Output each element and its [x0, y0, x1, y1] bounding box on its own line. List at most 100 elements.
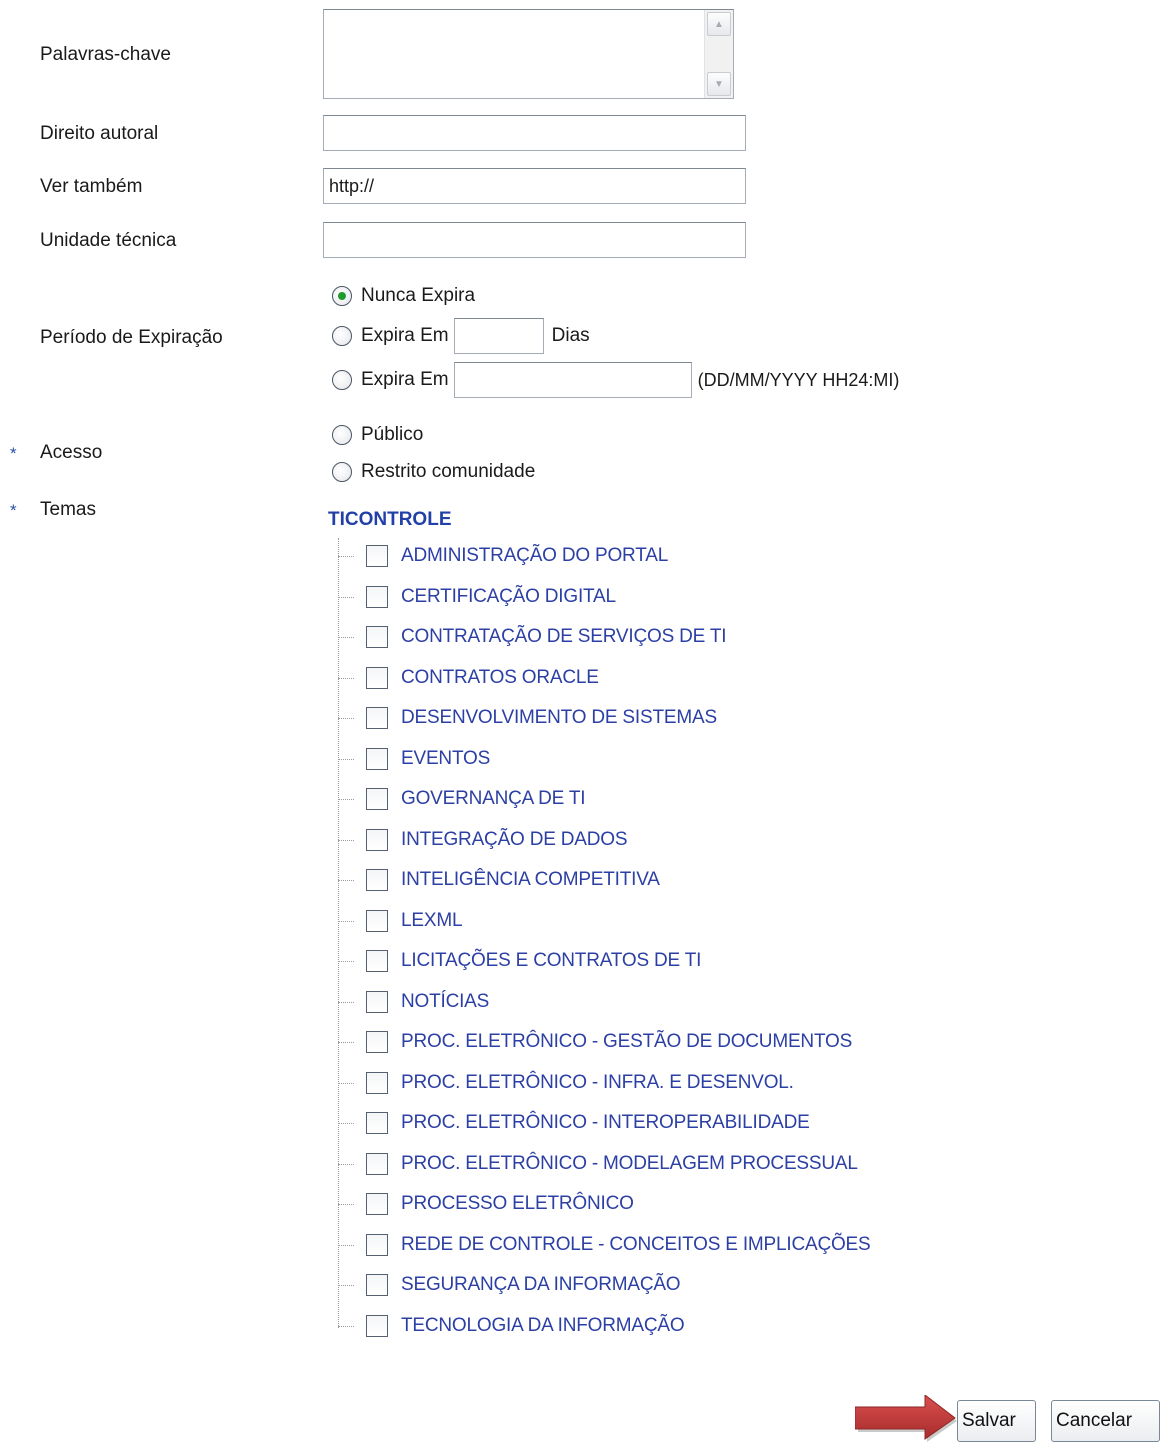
theme-item[interactable]: CONTRATAÇÃO DE SERVIÇOS DE TI	[338, 624, 727, 650]
copyright-input[interactable]	[323, 115, 746, 151]
tree-branch-line	[338, 717, 354, 719]
theme-checkbox[interactable]	[366, 1153, 388, 1175]
theme-checkbox[interactable]	[366, 707, 388, 729]
theme-item-label[interactable]: INTELIGÊNCIA COMPETITIVA	[401, 869, 660, 891]
radio-icon[interactable]	[332, 326, 352, 346]
tree-branch-line	[338, 1325, 354, 1327]
theme-item-label[interactable]: PROC. ELETRÔNICO - GESTÃO DE DOCUMENTOS	[401, 1031, 852, 1053]
expiration-days-option[interactable]: Expira Em Dias	[332, 318, 590, 354]
scroll-down-icon[interactable]: ▼	[707, 72, 731, 96]
theme-checkbox[interactable]	[366, 748, 388, 770]
expiration-never-option[interactable]: Nunca Expira	[332, 284, 475, 308]
access-restricted-option[interactable]: Restrito comunidade	[332, 460, 535, 484]
theme-item-label[interactable]: PROC. ELETRÔNICO - INFRA. E DESENVOL.	[401, 1072, 794, 1094]
theme-item[interactable]: PROCESSO ELETRÔNICO	[338, 1191, 634, 1217]
theme-item[interactable]: PROC. ELETRÔNICO - INFRA. E DESENVOL.	[338, 1070, 794, 1096]
tree-branch-line	[338, 1122, 354, 1124]
theme-checkbox[interactable]	[366, 1274, 388, 1296]
theme-item-label[interactable]: INTEGRAÇÃO DE DADOS	[401, 829, 628, 851]
theme-item[interactable]: EVENTOS	[338, 746, 490, 772]
theme-checkbox[interactable]	[366, 1193, 388, 1215]
theme-item[interactable]: SEGURANÇA DA INFORMAÇÃO	[338, 1272, 681, 1298]
keywords-scrollbar[interactable]: ▲ ▼	[704, 10, 733, 98]
copyright-label: Direito autoral	[40, 123, 159, 144]
theme-item[interactable]: GOVERNANÇA DE TI	[338, 786, 586, 812]
tree-branch-line	[338, 960, 354, 962]
theme-item-label[interactable]: PROCESSO ELETRÔNICO	[401, 1193, 634, 1215]
theme-item-label[interactable]: GOVERNANÇA DE TI	[401, 788, 586, 810]
theme-item-label[interactable]: PROC. ELETRÔNICO - MODELAGEM PROCESSUAL	[401, 1153, 858, 1175]
theme-checkbox[interactable]	[366, 626, 388, 648]
theme-item-label[interactable]: PROC. ELETRÔNICO - INTEROPERABILIDADE	[401, 1112, 810, 1134]
theme-item[interactable]: CERTIFICAÇÃO DIGITAL	[338, 584, 616, 610]
theme-checkbox[interactable]	[366, 910, 388, 932]
theme-item[interactable]: TECNOLOGIA DA INFORMAÇÃO	[338, 1313, 685, 1339]
theme-item[interactable]: LEXML	[338, 908, 463, 934]
theme-item-label[interactable]: ADMINISTRAÇÃO DO PORTAL	[401, 545, 668, 567]
tree-branch-line	[338, 920, 354, 922]
theme-item[interactable]: INTEGRAÇÃO DE DADOS	[338, 827, 628, 853]
access-public-option[interactable]: Público	[332, 423, 423, 447]
theme-checkbox[interactable]	[366, 1112, 388, 1134]
theme-checkbox[interactable]	[366, 991, 388, 1013]
tree-branch-line	[338, 758, 354, 760]
radio-icon[interactable]	[332, 462, 352, 482]
expiration-days-label: Expira Em	[361, 325, 449, 346]
theme-item[interactable]: NOTÍCIAS	[338, 989, 489, 1015]
theme-item[interactable]: CONTRATOS ORACLE	[338, 665, 599, 691]
radio-selected-icon[interactable]	[332, 286, 352, 306]
tree-branch-line	[338, 677, 354, 679]
expiration-date-option[interactable]: Expira Em (DD/MM/YYYY HH24:MI)	[332, 362, 899, 398]
theme-item-label[interactable]: NOTÍCIAS	[401, 991, 489, 1013]
theme-item-label[interactable]: EVENTOS	[401, 748, 490, 770]
theme-checkbox[interactable]	[366, 1031, 388, 1053]
tree-branch-line	[338, 1284, 354, 1286]
theme-checkbox[interactable]	[366, 869, 388, 891]
theme-checkbox[interactable]	[366, 829, 388, 851]
theme-checkbox[interactable]	[366, 950, 388, 972]
theme-item[interactable]: INTELIGÊNCIA COMPETITIVA	[338, 867, 660, 893]
theme-item[interactable]: ADMINISTRAÇÃO DO PORTAL	[338, 543, 668, 569]
theme-item[interactable]: PROC. ELETRÔNICO - MODELAGEM PROCESSUAL	[338, 1151, 858, 1177]
theme-item-label[interactable]: REDE DE CONTROLE - CONCEITOS E IMPLICAÇÕ…	[401, 1234, 871, 1256]
theme-checkbox[interactable]	[366, 1072, 388, 1094]
cancel-button[interactable]: Cancelar	[1051, 1400, 1160, 1442]
theme-item-label[interactable]: CERTIFICAÇÃO DIGITAL	[401, 586, 616, 608]
theme-checkbox[interactable]	[366, 1234, 388, 1256]
keywords-textarea[interactable]	[323, 9, 734, 99]
themes-group-title[interactable]: TICONTROLE	[328, 509, 452, 531]
theme-item-label[interactable]: DESENVOLVIMENTO DE SISTEMAS	[401, 707, 717, 729]
save-button[interactable]: Salvar	[957, 1400, 1036, 1442]
theme-checkbox[interactable]	[366, 586, 388, 608]
theme-checkbox[interactable]	[366, 545, 388, 567]
radio-icon[interactable]	[332, 370, 352, 390]
theme-item-label[interactable]: CONTRATAÇÃO DE SERVIÇOS DE TI	[401, 626, 727, 648]
scroll-up-icon[interactable]: ▲	[707, 12, 731, 36]
required-asterisk-icon: *	[10, 444, 17, 463]
tree-branch-line	[338, 555, 354, 557]
theme-item-label[interactable]: LEXML	[401, 910, 463, 932]
theme-item-label[interactable]: TECNOLOGIA DA INFORMAÇÃO	[401, 1315, 685, 1337]
theme-item[interactable]: PROC. ELETRÔNICO - GESTÃO DE DOCUMENTOS	[338, 1029, 852, 1055]
theme-item[interactable]: REDE DE CONTROLE - CONCEITOS E IMPLICAÇÕ…	[338, 1232, 871, 1258]
access-label: Acesso	[40, 442, 103, 463]
technical-unit-input[interactable]	[323, 222, 746, 258]
access-restricted-label: Restrito comunidade	[361, 461, 536, 482]
theme-item-label[interactable]: LICITAÇÕES E CONTRATOS DE TI	[401, 950, 701, 972]
tree-branch-line	[338, 1244, 354, 1246]
theme-item-label[interactable]: CONTRATOS ORACLE	[401, 667, 599, 689]
expiration-label: Período de Expiração	[40, 327, 223, 348]
theme-checkbox[interactable]	[366, 788, 388, 810]
theme-item[interactable]: DESENVOLVIMENTO DE SISTEMAS	[338, 705, 717, 731]
tree-branch-line	[338, 879, 354, 881]
expiration-date-input[interactable]	[453, 362, 692, 398]
theme-item[interactable]: LICITAÇÕES E CONTRATOS DE TI	[338, 948, 701, 974]
expiration-days-input[interactable]	[453, 318, 544, 354]
radio-icon[interactable]	[332, 425, 352, 445]
theme-checkbox[interactable]	[366, 1315, 388, 1337]
theme-item[interactable]: PROC. ELETRÔNICO - INTEROPERABILIDADE	[338, 1110, 810, 1136]
theme-item-label[interactable]: SEGURANÇA DA INFORMAÇÃO	[401, 1274, 681, 1296]
see-also-input[interactable]	[323, 168, 746, 204]
tree-branch-line	[338, 1082, 354, 1084]
theme-checkbox[interactable]	[366, 667, 388, 689]
